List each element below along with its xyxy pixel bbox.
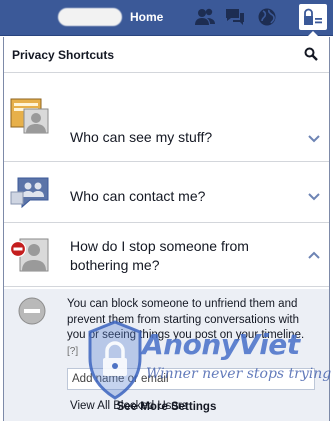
- chevron-up-icon[interactable]: [308, 251, 320, 259]
- chevron-down-icon[interactable]: [308, 193, 320, 201]
- search-icon[interactable]: [304, 47, 318, 61]
- help-link[interactable]: [?]: [67, 346, 78, 357]
- top-bar: Home: [0, 0, 333, 36]
- friend-requests-icon[interactable]: [194, 6, 216, 28]
- stuff-photo-icon: [10, 98, 49, 134]
- privacy-shortcuts-icon[interactable]: [299, 4, 327, 30]
- home-link[interactable]: Home: [130, 10, 163, 24]
- contact-people-icon: [10, 177, 49, 209]
- privacy-shortcuts-panel: Privacy Shortcuts Who can see my stuff? …: [3, 37, 330, 421]
- row-label: Who can see my stuff?: [70, 129, 213, 145]
- messages-icon[interactable]: [224, 6, 246, 28]
- panel-footer: See More Settings: [4, 396, 329, 421]
- row-label: How do I stop someone from bothering me?: [70, 238, 249, 273]
- block-user-icon: [10, 238, 49, 272]
- shortcut-who-can-contact[interactable]: Who can contact me?: [4, 165, 329, 223]
- block-description-text: You can block someone to unfriend them a…: [67, 298, 305, 341]
- block-description: You can block someone to unfriend them a…: [67, 297, 317, 359]
- row-label: Who can contact me?: [70, 188, 206, 204]
- panel-title: Privacy Shortcuts: [12, 48, 115, 62]
- chevron-down-icon[interactable]: [308, 135, 320, 143]
- notifications-globe-icon[interactable]: [256, 6, 278, 28]
- profile-name-blurred[interactable]: [58, 8, 122, 26]
- shortcut-stop-bothering[interactable]: How do I stop someone from bothering me?: [4, 225, 329, 287]
- block-icon: [18, 297, 46, 325]
- add-name-or-email-input[interactable]: [67, 368, 315, 390]
- see-more-settings-link[interactable]: See More Settings: [117, 401, 217, 413]
- panel-header: Privacy Shortcuts: [4, 37, 329, 73]
- shortcut-who-can-see[interactable]: Who can see my stuff?: [4, 75, 329, 162]
